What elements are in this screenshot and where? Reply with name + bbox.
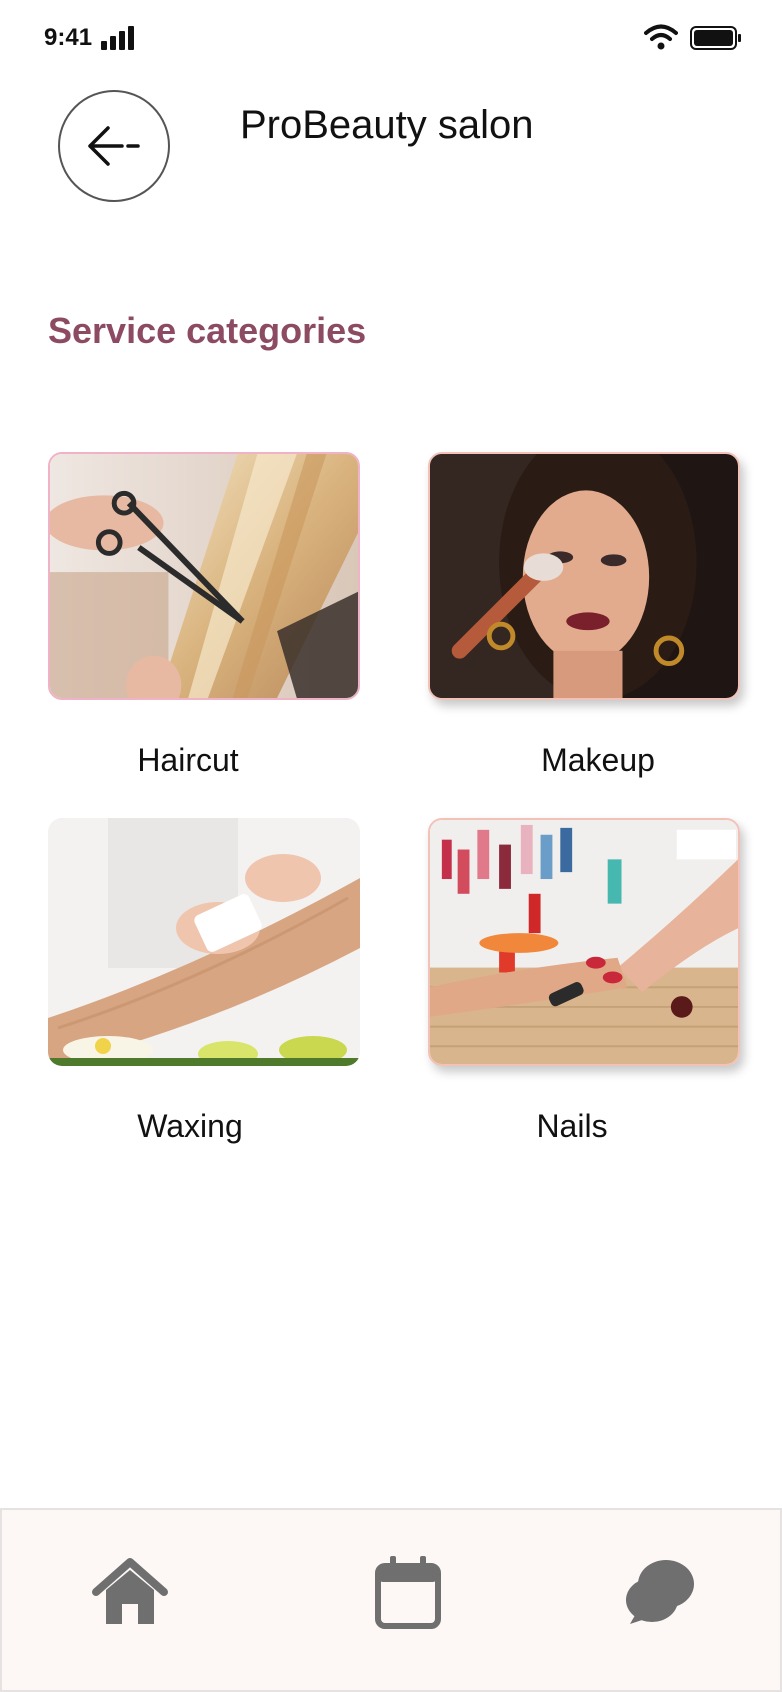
page-title: ProBeauty salon [240, 103, 534, 147]
section-title: Service categories [48, 310, 367, 351]
back-arrow-icon [88, 126, 140, 166]
haircut-photo [48, 452, 360, 700]
category-card-haircut[interactable]: Haircut [48, 452, 360, 778]
category-label-waxing: Waxing [137, 1108, 243, 1144]
nails-photo [428, 818, 740, 1066]
battery-icon [690, 26, 741, 50]
chat-icon [626, 1560, 694, 1624]
signal-icon [101, 26, 134, 50]
category-card-waxing[interactable]: Waxing [48, 818, 360, 1144]
back-button[interactable] [58, 90, 170, 202]
makeup-photo [428, 452, 740, 700]
category-card-nails[interactable]: Nails [428, 818, 740, 1144]
wifi-icon [644, 24, 678, 50]
category-card-makeup[interactable]: Makeup [428, 452, 740, 778]
status-time: 9:41 [44, 24, 93, 51]
category-label-haircut: Haircut [137, 742, 239, 778]
category-label-makeup: Makeup [541, 742, 655, 778]
status-bar: 9:41 [0, 0, 782, 80]
bottom-nav [0, 1508, 782, 1692]
nav-chat[interactable] [620, 1552, 700, 1632]
waxing-photo [48, 818, 360, 1066]
nav-calendar[interactable] [368, 1552, 448, 1632]
nav-home[interactable] [90, 1552, 170, 1632]
category-label-nails: Nails [536, 1108, 608, 1144]
calendar-icon [375, 1556, 441, 1629]
home-icon [92, 1558, 168, 1624]
